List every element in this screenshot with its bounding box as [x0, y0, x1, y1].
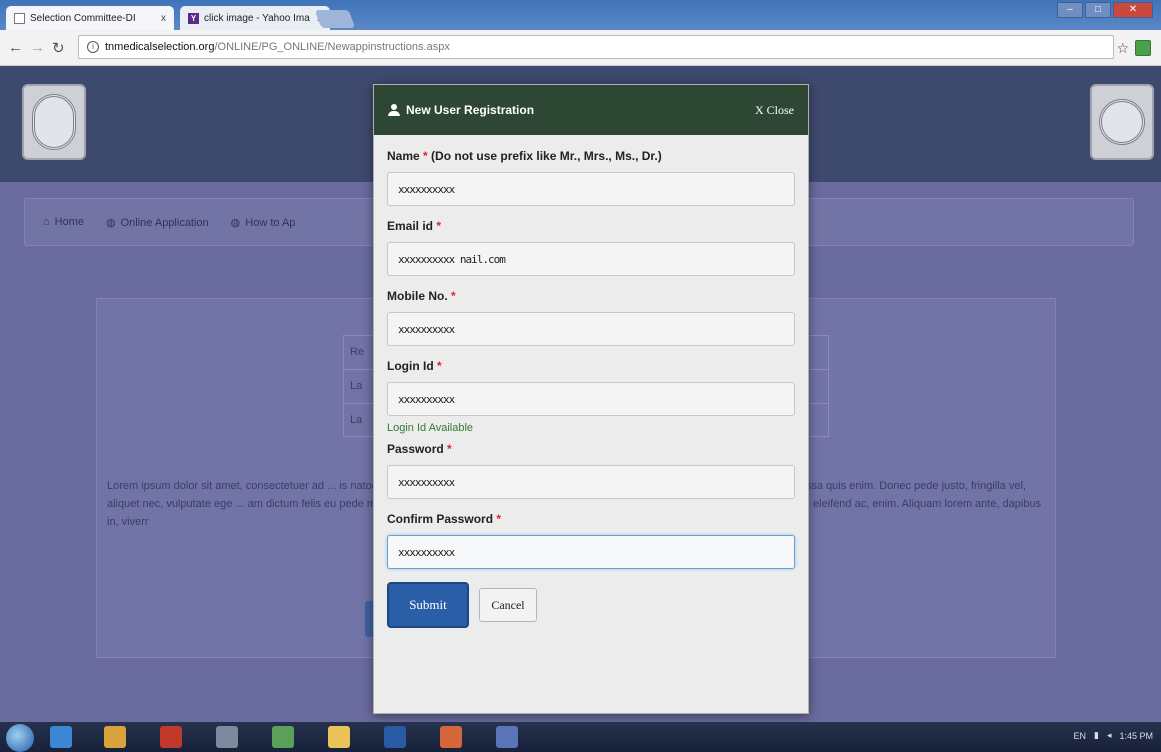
minimize-button[interactable]: –: [1057, 2, 1083, 18]
cancel-button[interactable]: Cancel: [479, 588, 537, 622]
registration-modal: New User Registration X Close Name * (Do…: [373, 84, 809, 714]
tab-yahoo-images[interactable]: Y click image - Yahoo Ima x: [180, 6, 330, 30]
clock[interactable]: 1:45 PM: [1119, 731, 1153, 741]
tab-label: click image - Yahoo Ima: [204, 12, 310, 24]
nav-online-application[interactable]: ◍ Online Application: [106, 216, 209, 229]
volume-icon[interactable]: ◂: [1107, 730, 1112, 741]
back-icon[interactable]: ←: [8, 39, 23, 56]
tamil-nadu-emblem-icon: [22, 84, 86, 160]
yahoo-icon: Y: [188, 12, 199, 24]
login-id-label: Login Id *: [387, 359, 442, 373]
email-label: Email id *: [387, 219, 442, 233]
modal-body: Name * (Do not use prefix like Mr., Mrs.…: [374, 135, 808, 628]
forward-icon[interactable]: →: [30, 39, 45, 56]
home-icon: ⌂: [43, 216, 50, 228]
close-button[interactable]: X Close: [755, 103, 794, 118]
folder-icon[interactable]: [328, 726, 350, 748]
modal-actions: Submit Cancel: [387, 582, 795, 628]
login-id-field-group: Login Id * xxxxxxxxxx Login Id Available: [387, 359, 795, 434]
submit-button[interactable]: Submit: [387, 582, 469, 628]
language-indicator[interactable]: EN: [1073, 731, 1086, 741]
reload-icon[interactable]: ↻: [52, 39, 65, 57]
page-icon: [14, 12, 25, 24]
chrome-icon[interactable]: [104, 726, 126, 748]
media-player-icon[interactable]: [216, 726, 238, 748]
email-field-group: Email id * xxxxxxxxxx nail.com: [387, 219, 795, 276]
globe-icon: ◍: [106, 216, 116, 229]
name-label: Name * (Do not use prefix like Mr., Mrs.…: [387, 149, 662, 163]
extension-icon[interactable]: [1135, 40, 1151, 56]
taskbar: EN ▮ ◂ 1:45 PM: [0, 722, 1161, 752]
info-icon[interactable]: i: [87, 41, 99, 53]
name-field-group: Name * (Do not use prefix like Mr., Mrs.…: [387, 149, 795, 206]
url-path: /ONLINE/PG_ONLINE/Newappinstructions.asp…: [214, 41, 450, 53]
login-id-available-hint: Login Id Available: [387, 422, 474, 434]
nav-how-to-apply[interactable]: ◍ How to Ap: [231, 216, 296, 229]
user-icon: [388, 104, 400, 116]
selection-committee-seal-icon: [1090, 84, 1154, 160]
word-icon[interactable]: [384, 726, 406, 748]
required-mark: *: [423, 149, 428, 163]
acrobat-icon[interactable]: [160, 726, 182, 748]
confirm-password-label: Confirm Password *: [387, 512, 502, 526]
modal-title-text: New User Registration: [406, 103, 535, 117]
start-button[interactable]: [6, 724, 34, 752]
mobile-input[interactable]: xxxxxxxxxx: [387, 312, 795, 346]
tab-selection-committee[interactable]: Selection Committee-DI x: [6, 6, 174, 30]
browser-tab-strip: Selection Committee-DI x Y click image -…: [0, 0, 1161, 30]
globe-icon: ◍: [230, 216, 241, 229]
password-field-group: Password * xxxxxxxxxx: [387, 442, 795, 499]
tab-label: Selection Committee-DI: [30, 12, 136, 24]
required-mark: *: [451, 289, 456, 303]
close-tab-icon[interactable]: x: [161, 13, 166, 24]
mobile-field-group: Mobile No. * xxxxxxxxxx: [387, 289, 795, 346]
address-bar[interactable]: i tnmedicalselection.org/ONLINE/PG_ONLIN…: [78, 35, 1114, 59]
mobile-label: Mobile No. *: [387, 289, 456, 303]
password-label: Password *: [387, 442, 452, 456]
password-input[interactable]: xxxxxxxxxx: [387, 465, 795, 499]
email-input[interactable]: xxxxxxxxxx nail.com: [387, 242, 795, 276]
calculator-icon[interactable]: [272, 726, 294, 748]
system-tray: EN ▮ ◂ 1:45 PM: [1073, 730, 1153, 741]
paint-icon[interactable]: [496, 726, 518, 748]
close-window-button[interactable]: ✕: [1113, 2, 1153, 18]
url-host: tnmedicalselection.org: [105, 41, 215, 53]
maximize-button[interactable]: □: [1085, 2, 1111, 18]
nav-home[interactable]: ⌂ Home: [43, 216, 84, 228]
modal-header: New User Registration X Close: [374, 85, 808, 135]
internet-explorer-icon[interactable]: [50, 726, 72, 748]
required-mark: *: [437, 359, 442, 373]
powerpoint-icon[interactable]: [440, 726, 462, 748]
confirm-password-field-group: Confirm Password * xxxxxxxxxx: [387, 512, 795, 569]
bookmark-star-icon[interactable]: ☆: [1116, 40, 1129, 57]
browser-toolbar: ← → ↻ i tnmedicalselection.org/ONLINE/PG…: [0, 30, 1161, 66]
required-mark: *: [447, 442, 452, 456]
modal-title: New User Registration: [388, 103, 534, 117]
window-controls: – □ ✕: [1057, 2, 1153, 18]
required-mark: *: [496, 512, 502, 526]
network-icon[interactable]: ▮: [1094, 730, 1099, 741]
name-input[interactable]: xxxxxxxxxx: [387, 172, 795, 206]
confirm-password-input[interactable]: xxxxxxxxxx: [387, 535, 795, 569]
name-note: (Do not use prefix like Mr., Mrs., Ms., …: [431, 149, 662, 163]
login-id-input[interactable]: xxxxxxxxxx: [387, 382, 795, 416]
new-tab-button[interactable]: [314, 10, 356, 28]
required-mark: *: [436, 219, 442, 233]
